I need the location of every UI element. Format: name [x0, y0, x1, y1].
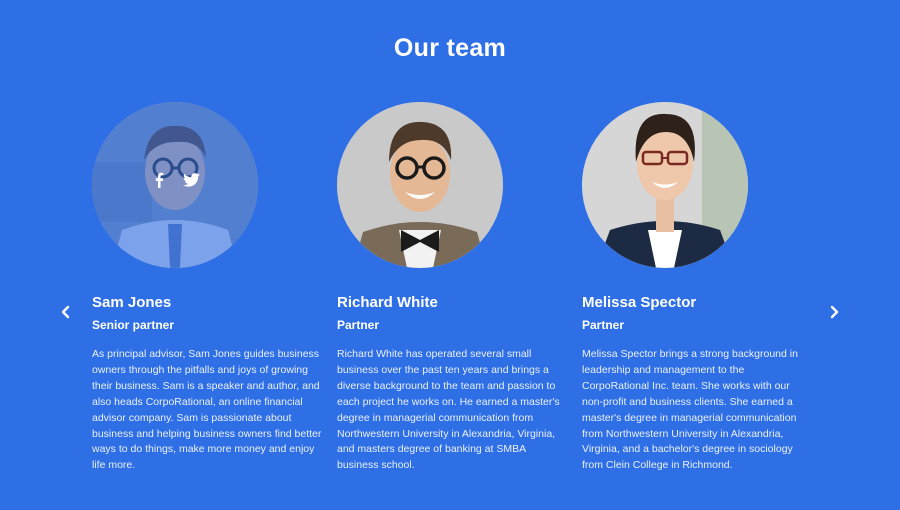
- team-member-card: Sam Jones Senior partner As principal ad…: [92, 102, 322, 474]
- member-bio: Melissa Spector brings a strong backgrou…: [582, 348, 798, 472]
- twitter-icon: [182, 173, 200, 187]
- twitter-link[interactable]: [182, 171, 200, 189]
- photo-hover-overlay: [92, 102, 258, 268]
- member-bio: Richard White has operated several small…: [337, 348, 560, 472]
- chevron-right-icon: [830, 305, 839, 319]
- member-bio: As principal advisor, Sam Jones guides b…: [92, 348, 322, 472]
- member-role: Senior partner: [92, 318, 175, 332]
- section-title: Our team: [393, 34, 507, 62]
- member-role: Partner: [582, 318, 625, 332]
- facebook-link[interactable]: [150, 171, 168, 189]
- chevron-left-icon: [61, 305, 70, 319]
- member-name: Richard White: [337, 294, 438, 311]
- team-member-card: Melissa Spector Partner Melissa Spector …: [582, 102, 812, 474]
- team-section: Our team Sam Jones Senior partner As pri…: [0, 0, 900, 510]
- portrait-image: [582, 102, 748, 268]
- member-name: Sam Jones: [92, 294, 172, 311]
- member-photo[interactable]: [582, 102, 748, 268]
- member-name: Melissa Spector: [582, 294, 697, 311]
- member-role: Partner: [337, 318, 380, 332]
- carousel-prev-button[interactable]: [55, 301, 77, 323]
- member-photo[interactable]: [337, 102, 503, 268]
- portrait-image: [337, 102, 503, 268]
- carousel-next-button[interactable]: [823, 301, 845, 323]
- team-member-card: Richard White Partner Richard White has …: [337, 102, 567, 474]
- facebook-icon: [155, 172, 164, 188]
- member-photo[interactable]: [92, 102, 258, 268]
